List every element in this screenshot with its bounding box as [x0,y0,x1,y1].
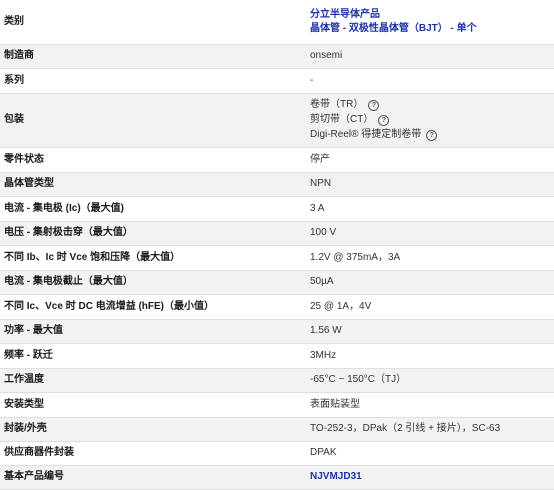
attr-label-package-case: 封装/外壳 [4,423,47,434]
attr-value-category: 分立半导体产品 晶体管 - 双极性晶体管（BJT） - 单个 [306,0,554,44]
attr-value-mounting-type: 表面贴装型 [310,398,360,410]
attr-value-transistor-type: NPN [310,178,332,189]
attr-label-category: 类别 [4,15,24,27]
attr-value-packaging: 卷带（TR） ? 剪切带（CT） ? Digi-Reel® 得捷定制卷带 ? [306,93,554,147]
table-row: 封装/外壳 TO-252-3，DPak（2 引线 + 接片），SC-63 [0,417,554,441]
packaging-label-ct: 剪切带（CT） [310,114,374,125]
attr-label-cutoff-current: 电流 - 集电极截止（最大值） [4,276,133,287]
table-row: 电流 - 集电极 (Ic)（最大值) 3 A [0,196,554,221]
question-circle-icon[interactable]: ? [368,99,380,111]
table-row: 安装类型 表面贴装型 [0,392,554,417]
attr-label-transistor-type: 晶体管类型 [4,178,54,189]
attr-value-operating-temperature: -65°C ~ 150°C（TJ） [310,374,407,385]
table-row: 基本产品编号 NJVMJD31 [0,465,554,489]
attr-label-vce-saturation: 不同 Ib、Ic 时 Vce 饱和压降（最大值） [4,251,181,263]
attr-label-breakdown-voltage: 电压 - 集射极击穿（最大值） [4,227,133,238]
table-row: 频率 - 跃迁 3MHz [0,343,554,368]
attr-value-cutoff-current: 50µA [310,276,334,287]
table-row: 工作温度 -65°C ~ 150°C（TJ） [0,368,554,392]
attr-value-transition-frequency: 3MHz [310,349,337,361]
base-part-number-link[interactable]: NJVMJD31 [310,471,362,482]
attr-value-part-status: 停产 [310,153,330,165]
packaging-option-tr: 卷带（TR） ? [310,98,550,113]
attr-label-transition-frequency: 频率 - 跃迁 [4,349,53,361]
attr-value-base-part-number: NJVMJD31 [306,465,554,489]
attr-label-supplier-package: 供应商器件封装 [4,447,74,458]
table-row: 系列 - [0,68,554,93]
attr-label-part-status: 零件状态 [4,153,44,165]
attr-value-dc-gain: 25 @ 1A，4V [310,300,372,312]
attr-label-collector-current: 电流 - 集电极 (Ic)（最大值) [4,202,124,214]
question-circle-icon[interactable]: ? [378,114,390,126]
packaging-label-digireel: Digi-Reel® 得捷定制卷带 [310,129,422,140]
table-row: 电压 - 集射极击穿（最大值） 100 V [0,221,554,245]
category-link-discrete[interactable]: 分立半导体产品 [310,9,380,20]
attr-value-manufacturer: onsemi [310,50,343,61]
attr-value-series: - [310,74,314,86]
category-link-bjt-single[interactable]: 晶体管 - 双极性晶体管（BJT） - 单个 [310,23,477,34]
attr-label-manufacturer: 制造商 [4,50,34,61]
product-attributes-table: 类别 分立半导体产品 晶体管 - 双极性晶体管（BJT） - 单个 制造商 on… [0,0,554,490]
attr-label-dc-gain: 不同 Ic、Vce 时 DC 电流增益 (hFE)（最小值） [4,300,215,312]
table-row: 功率 - 最大值 1.56 W [0,319,554,343]
packaging-label-tr: 卷带（TR） [310,99,364,110]
table-row: 包装 卷带（TR） ? 剪切带（CT） ? Digi-Reel® 得捷定制卷带 … [0,93,554,147]
table-row: 电流 - 集电极截止（最大值） 50µA [0,270,554,294]
table-row: 不同 Ic、Vce 时 DC 电流增益 (hFE)（最小值） 25 @ 1A，4… [0,294,554,319]
attr-value-breakdown-voltage: 100 V [310,227,337,238]
attr-value-vce-saturation: 1.2V @ 375mA，3A [310,251,401,263]
attr-label-series: 系列 [4,74,24,86]
table-row: 晶体管类型 NPN [0,172,554,196]
attr-label-power-max: 功率 - 最大值 [4,325,63,336]
attr-label-base-part-number: 基本产品编号 [4,471,64,482]
table-row: 零件状态 停产 [0,147,554,172]
table-row: 供应商器件封装 DPAK [0,441,554,465]
attr-label-operating-temperature: 工作温度 [4,374,44,385]
table-row: 不同 Ib、Ic 时 Vce 饱和压降（最大值） 1.2V @ 375mA，3A [0,245,554,270]
packaging-option-ct: 剪切带（CT） ? [310,113,550,128]
table-row: 制造商 onsemi [0,44,554,68]
attr-label-mounting-type: 安装类型 [4,398,44,410]
attr-value-power-max: 1.56 W [310,325,342,336]
question-circle-icon[interactable]: ? [426,129,438,141]
packaging-option-digireel: Digi-Reel® 得捷定制卷带 ? [310,128,550,143]
attr-value-collector-current: 3 A [310,202,325,214]
attr-value-supplier-package: DPAK [310,447,337,458]
attr-value-package-case: TO-252-3，DPak（2 引线 + 接片），SC-63 [310,423,501,434]
attr-label-packaging: 包装 [4,114,24,125]
table-row: 类别 分立半导体产品 晶体管 - 双极性晶体管（BJT） - 单个 [0,0,554,44]
